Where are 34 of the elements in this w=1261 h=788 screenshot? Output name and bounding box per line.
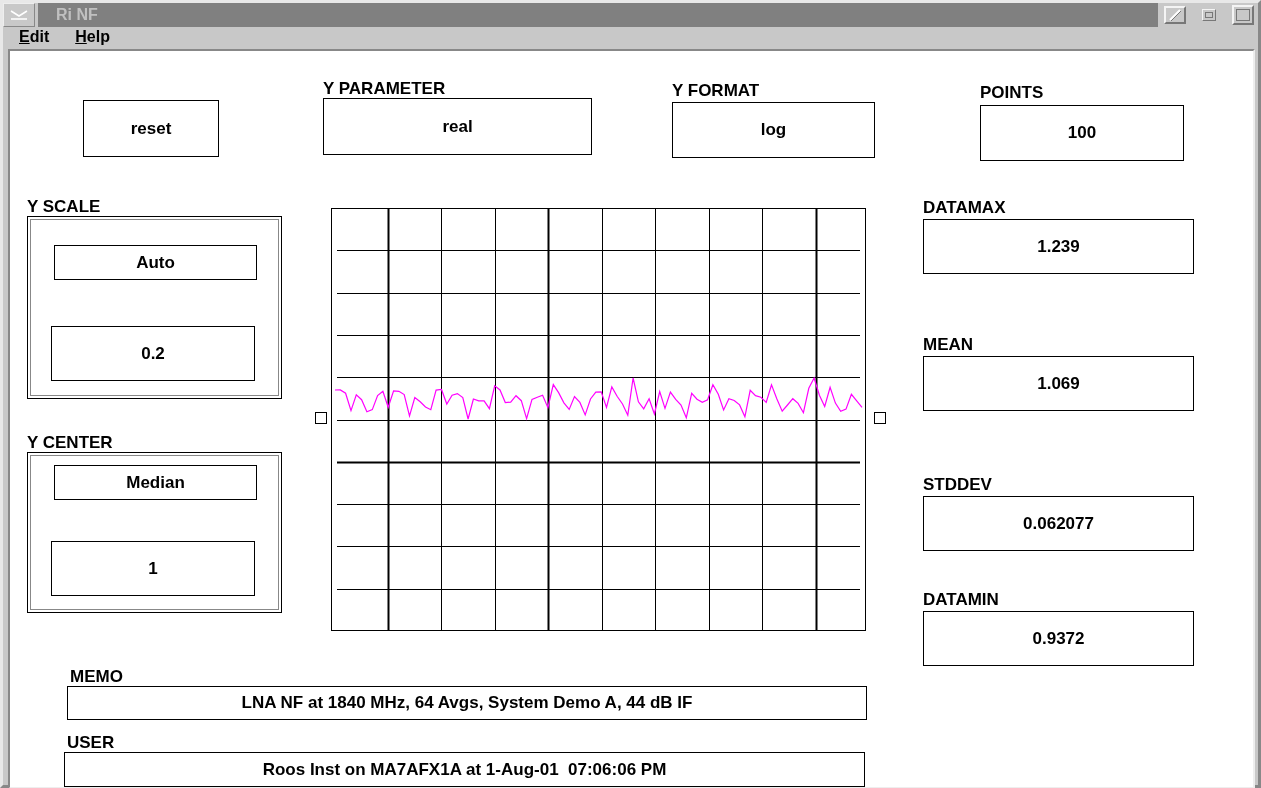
stat-value-field: 1.069 (923, 356, 1194, 411)
stat-value-field: 0.9372 (923, 611, 1194, 666)
user-label: USER (67, 733, 115, 752)
window-title: Ri NF (56, 6, 98, 24)
reset-button[interactable]: reset (83, 100, 219, 157)
window-menu-icon[interactable] (3, 3, 35, 27)
stat-label: DATAMAX (923, 198, 1007, 219)
memo-field[interactable]: LNA NF at 1840 MHz, 64 Avgs, System Demo A, 44 dB IF (67, 686, 867, 720)
memo-label: MEMO (70, 667, 123, 686)
minimize-button[interactable] (1164, 6, 1186, 24)
stat-value-field: 1.239 (923, 219, 1194, 274)
menu-item[interactable]: Help (75, 28, 110, 46)
maximize-button[interactable] (1232, 5, 1254, 25)
user-field[interactable]: Roos Inst on MA7AFX1A at 1-Aug-01 07:06:06 PM (64, 752, 865, 787)
group-label: Y CENTER (27, 433, 114, 452)
field-label: Y PARAMETER (323, 79, 447, 98)
stat-label: MEAN (923, 335, 975, 356)
cursor-handle[interactable] (315, 412, 327, 424)
center-mode-button[interactable]: Median (54, 465, 257, 500)
center-value-field[interactable]: 1 (51, 541, 255, 596)
menu-item[interactable]: Edit (19, 28, 50, 46)
field-label: Y FORMAT (672, 81, 761, 102)
stat-label: DATAMIN (923, 590, 1000, 611)
format-selector[interactable]: log (672, 102, 875, 158)
restore-button[interactable] (1202, 9, 1216, 21)
scale-mode-button[interactable]: Auto (54, 245, 257, 280)
scale-value-field[interactable]: 0.2 (51, 326, 255, 381)
field-label: POINTS (980, 83, 1045, 104)
cursor-handle[interactable] (874, 412, 886, 424)
stat-value-field: 0.062077 (923, 496, 1194, 551)
points-field[interactable]: 100 (980, 105, 1184, 161)
stat-label: STDDEV (923, 475, 993, 496)
parameter-selector[interactable]: real (323, 98, 592, 155)
group-label: Y SCALE (27, 197, 102, 216)
